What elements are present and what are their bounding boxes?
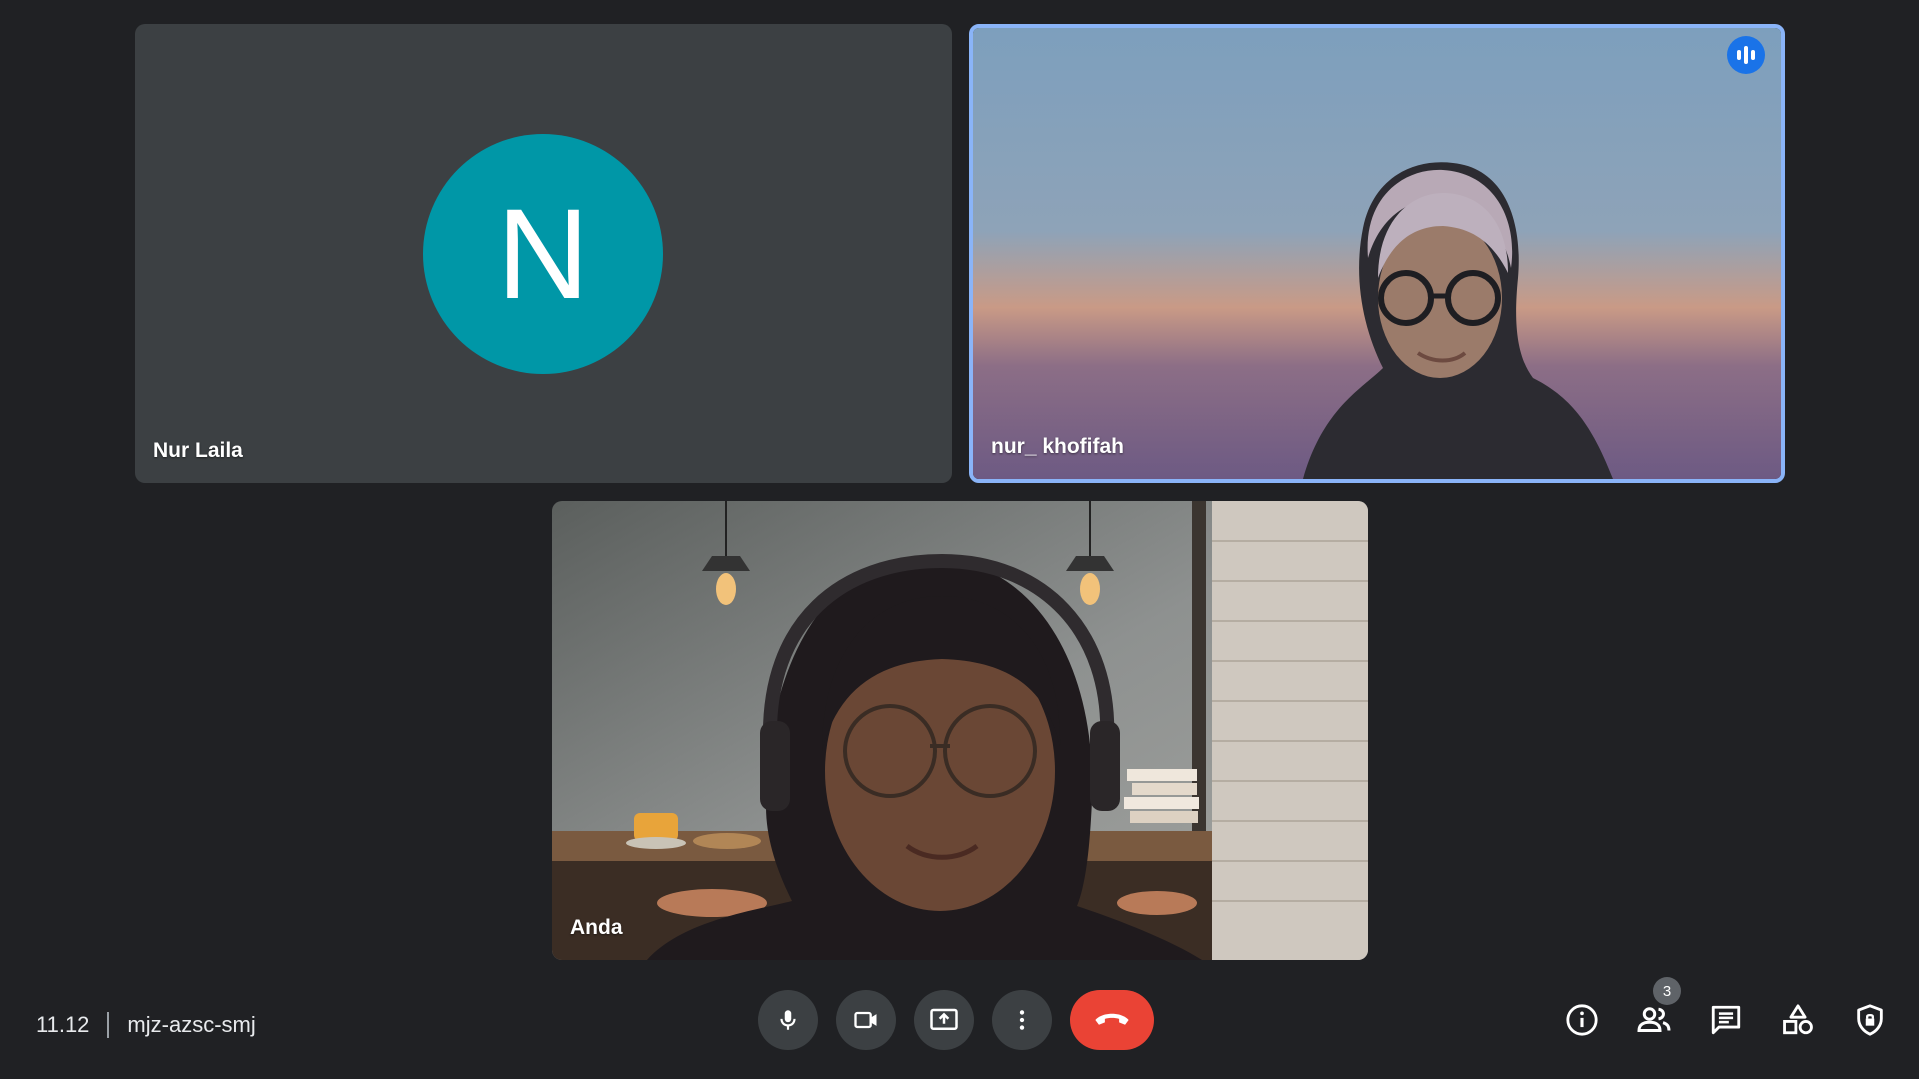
participant-name: Anda [570, 916, 623, 939]
avatar-letter: N [496, 182, 590, 326]
end-call-icon [1095, 1013, 1129, 1025]
people-count-badge: 3 [1653, 977, 1681, 1005]
speaking-indicator-icon [1727, 36, 1765, 74]
chat-button[interactable] [1703, 997, 1749, 1043]
end-call-button[interactable] [1070, 990, 1154, 1050]
meeting-code[interactable]: mjz-azsc-smj [127, 1012, 255, 1038]
activities-button[interactable] [1775, 997, 1821, 1043]
microphone-button[interactable] [758, 990, 818, 1050]
mic-icon [780, 1010, 796, 1030]
call-controls [758, 990, 1154, 1050]
meeting-time: 11.12 [36, 1012, 90, 1037]
participant-name: Nur Laila [153, 439, 243, 462]
present-screen-button[interactable] [914, 990, 974, 1050]
divider [107, 1012, 110, 1038]
meeting-details-button[interactable] [1559, 997, 1605, 1043]
more-options-button[interactable] [992, 990, 1052, 1050]
activities-icon [1783, 1004, 1813, 1035]
host-controls-icon [1857, 1004, 1883, 1036]
participant-name: nur_ khofifah [991, 435, 1125, 458]
video-feed [973, 28, 1781, 479]
meeting-details: 11.12 mjz-azsc-smj [36, 1010, 256, 1040]
participant-tile-khofifah[interactable]: nur_ khofifah [969, 24, 1785, 483]
host-controls-button[interactable] [1847, 997, 1893, 1043]
video-feed [552, 501, 1368, 960]
control-bar: 11.12 mjz-azsc-smj 3 [0, 970, 1919, 1070]
participant-tile-nur-laila[interactable]: N Nur Laila [135, 24, 952, 483]
camera-icon [854, 1011, 877, 1029]
people-icon [1637, 1007, 1671, 1032]
avatar: N [423, 134, 663, 374]
info-icon [1566, 1004, 1598, 1036]
participant-tile-self[interactable]: Anda [552, 501, 1368, 960]
people-button[interactable]: 3 [1631, 977, 1681, 1043]
chat-icon [1711, 1005, 1741, 1035]
present-screen-icon [930, 1008, 958, 1030]
more-options-icon [1019, 1010, 1025, 1030]
camera-button[interactable] [836, 990, 896, 1050]
meeting-tools: 3 [1559, 977, 1893, 1043]
